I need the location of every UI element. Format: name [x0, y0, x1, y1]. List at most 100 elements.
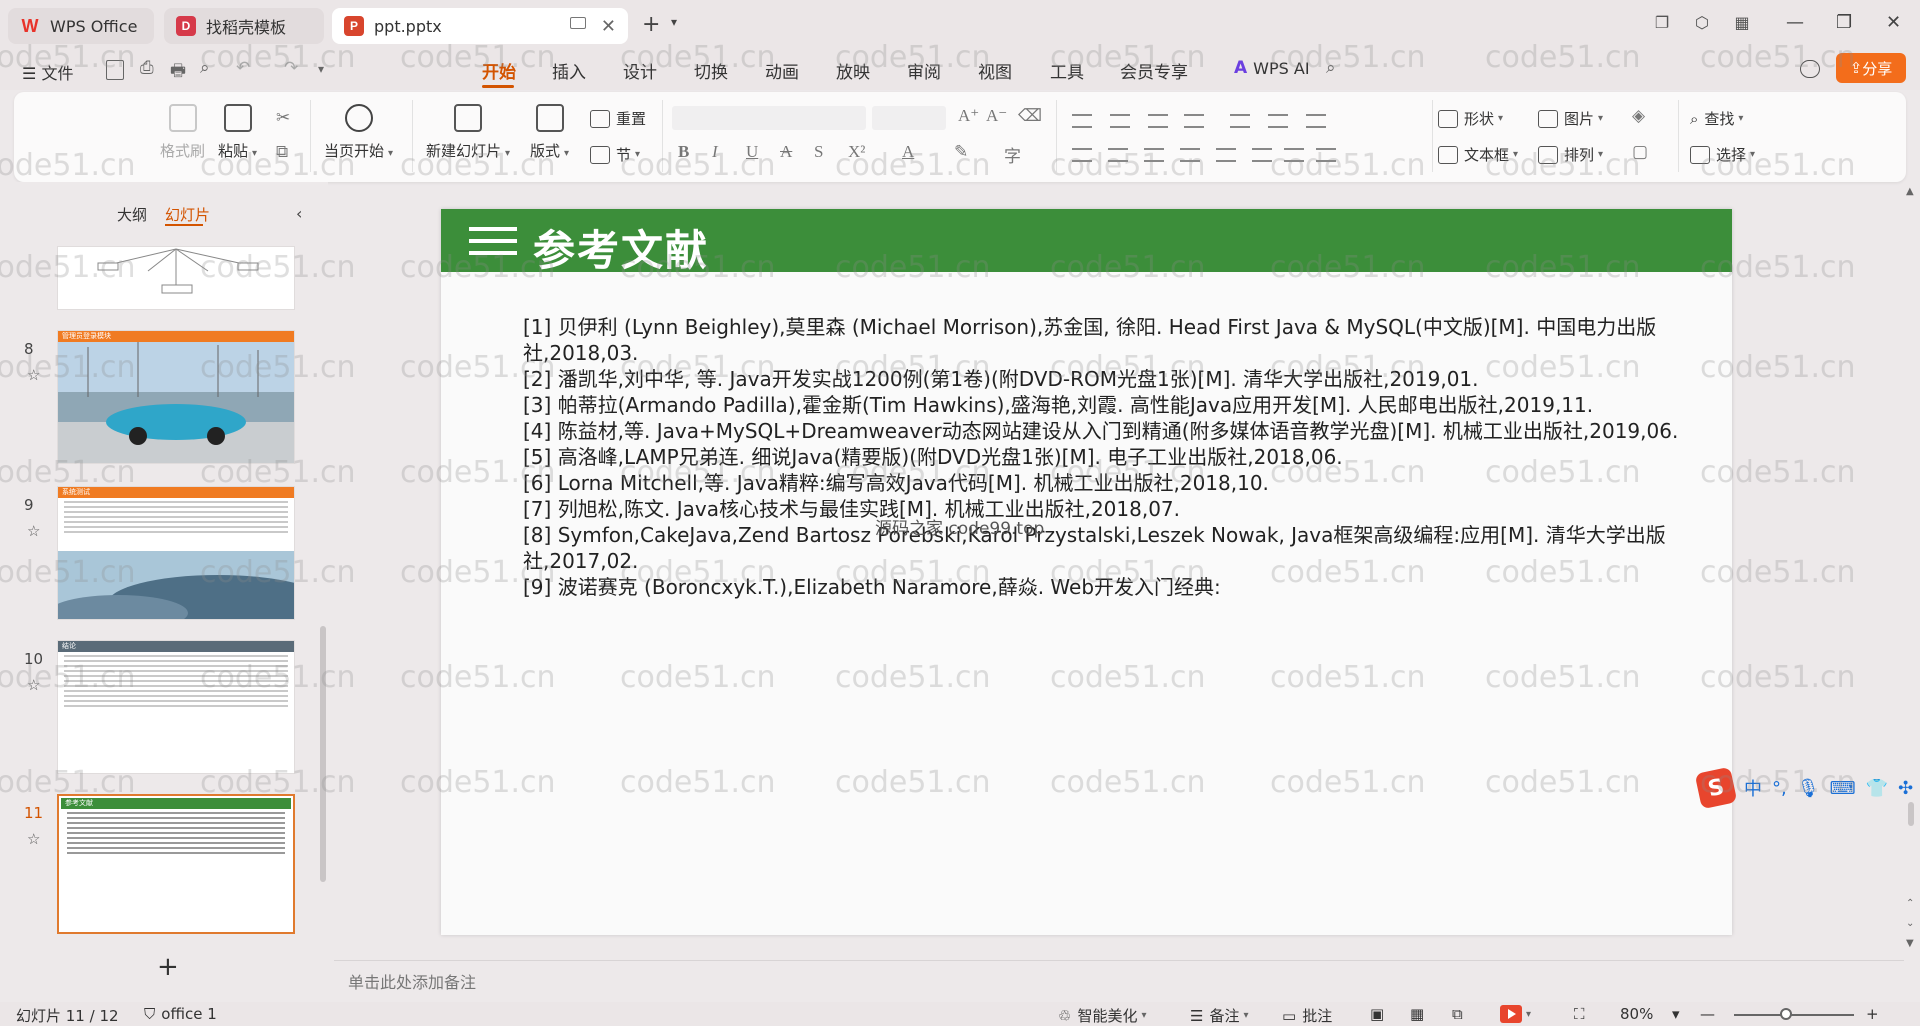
tab-tools[interactable]: 工具: [1050, 58, 1084, 83]
normal-view-icon[interactable]: ▣: [1370, 1005, 1384, 1023]
references-textbox[interactable]: [1] 贝伊利 (Lynn Beighley),莫里森 (Michael Mor…: [523, 314, 1683, 600]
tab-outline[interactable]: 大纲: [117, 204, 147, 225]
skin-icon[interactable]: 👕: [1866, 778, 1888, 799]
reading-view-icon[interactable]: ⧉: [1452, 1005, 1463, 1023]
punctuation-icon[interactable]: °,: [1772, 778, 1787, 799]
collapse-panel-icon[interactable]: ‹: [296, 204, 302, 223]
export-icon[interactable]: ⎙: [140, 58, 154, 78]
print-icon[interactable]: 🖶: [170, 58, 186, 87]
cut-icon[interactable]: ✂: [276, 108, 290, 128]
current-slide[interactable]: 参考文献 [1] 贝伊利 (Lynn Beighley),莫里森 (Michae…: [441, 209, 1732, 935]
phonetic-icon[interactable]: 字: [1004, 142, 1021, 167]
shape-button[interactable]: 形状 ▾: [1438, 108, 1503, 129]
align-right-icon[interactable]: [1144, 148, 1164, 162]
highlight-icon[interactable]: ✎: [954, 142, 968, 162]
star-icon[interactable]: ☆: [27, 676, 40, 694]
search-icon[interactable]: ⌕: [1326, 58, 1336, 78]
outline-icon[interactable]: ▢: [1632, 142, 1648, 162]
share-button[interactable]: ⇪ 分享: [1836, 53, 1906, 83]
justify-icon[interactable]: [1180, 148, 1200, 162]
slide-sorter-icon[interactable]: ▦: [1410, 1005, 1424, 1023]
distribute-icon[interactable]: [1216, 148, 1236, 162]
convert-smartart-icon[interactable]: [1306, 114, 1326, 128]
slide-thumbnail-11[interactable]: 参考文献: [57, 794, 295, 934]
add-slide-icon[interactable]: +: [157, 952, 179, 982]
tab-animations[interactable]: 动画: [765, 58, 799, 83]
tab-ppt-file[interactable]: P ppt.pptx ✕: [332, 8, 628, 44]
tab-docer-templates[interactable]: D 找稻壳模板: [164, 8, 324, 44]
redo-icon[interactable]: ↷: [284, 58, 298, 78]
section-button[interactable]: 节 ▾: [590, 144, 640, 165]
microphone-icon[interactable]: 🎙: [1797, 778, 1820, 799]
slide-thumbnail-7[interactable]: [57, 246, 295, 310]
zoom-slider-handle[interactable]: [1780, 1008, 1792, 1020]
columns-icon[interactable]: [1230, 114, 1250, 128]
layout-button[interactable]: 版式 ▾: [530, 104, 569, 161]
print-preview-icon[interactable]: ⌕: [200, 58, 210, 78]
zoom-out-icon[interactable]: —: [1700, 1005, 1715, 1023]
zoom-dropdown-icon[interactable]: ▾: [1672, 1005, 1680, 1023]
new-tab-icon[interactable]: +: [642, 12, 660, 37]
align-left-icon[interactable]: [1072, 148, 1092, 162]
save-icon[interactable]: [106, 60, 124, 80]
decrease-indent-icon[interactable]: [1148, 114, 1168, 128]
superscript-icon[interactable]: X²: [848, 142, 865, 162]
tab-membership[interactable]: 会员专享: [1120, 58, 1188, 83]
decrease-font-icon[interactable]: A⁻: [986, 106, 1007, 126]
smart-beautify-button[interactable]: ♲ 智能美化 ▾: [1058, 1005, 1147, 1026]
bullets-icon[interactable]: [1072, 114, 1092, 128]
scroll-thumb[interactable]: [1908, 802, 1914, 826]
close-window-icon[interactable]: ✕: [1886, 12, 1901, 33]
slide-thumbnail-10[interactable]: 结论: [57, 640, 295, 774]
slideshow-button[interactable]: ▾: [1500, 1005, 1531, 1023]
canvas-scrollbar[interactable]: ▲ ⌃ ⌄ ▼: [1904, 182, 1918, 962]
chat-icon[interactable]: [1800, 60, 1820, 78]
close-tab-icon[interactable]: ✕: [601, 16, 616, 37]
quick-access-dropdown-icon[interactable]: ▾: [318, 62, 324, 76]
tab-slideshow[interactable]: 放映: [836, 58, 870, 83]
scroll-up-icon[interactable]: ▲: [1906, 186, 1914, 197]
tab-slides[interactable]: 幻灯片: [165, 204, 210, 225]
shadow-icon[interactable]: S: [814, 142, 823, 162]
reset-button[interactable]: 重置: [590, 108, 646, 129]
tile-window-icon[interactable]: ❐: [1652, 13, 1672, 33]
slide-thumbnail-9[interactable]: 系统测试: [57, 486, 295, 620]
avatar[interactable]: ▦: [1732, 13, 1752, 33]
slide-title[interactable]: 参考文献: [533, 217, 709, 278]
comments-button[interactable]: ▭ 批注: [1282, 1005, 1332, 1026]
font-color-icon[interactable]: A: [902, 142, 914, 162]
italic-icon[interactable]: I: [712, 142, 718, 162]
notes-placeholder[interactable]: 单击此处添加备注: [348, 969, 476, 993]
copy-icon[interactable]: ⧉: [276, 142, 288, 162]
find-button[interactable]: ⌕ 查找 ▾: [1690, 108, 1743, 129]
panel-scrollbar[interactable]: [320, 626, 326, 882]
notes-pane[interactable]: 单击此处添加备注: [334, 960, 1904, 1002]
format-painter-button[interactable]: 格式刷: [160, 104, 205, 161]
star-icon[interactable]: ☆: [27, 522, 40, 540]
tab-review[interactable]: 审阅: [907, 58, 941, 83]
next-slide-icon[interactable]: ⌄: [1906, 918, 1914, 929]
notes-toggle-button[interactable]: ☰ 备注 ▾: [1190, 1005, 1249, 1026]
wps-ai-button[interactable]: A WPS AI: [1234, 58, 1310, 78]
tab-view[interactable]: 视图: [978, 58, 1012, 83]
play-from-current-button[interactable]: 当页开始 ▾: [324, 104, 393, 161]
tab-design[interactable]: 设计: [623, 58, 657, 83]
window-mode-icon[interactable]: [570, 17, 586, 29]
cube-icon[interactable]: ⬡: [1692, 13, 1712, 33]
scroll-down-icon[interactable]: ▼: [1906, 938, 1914, 949]
numbering-icon[interactable]: [1110, 114, 1130, 128]
clear-format-icon[interactable]: ⌫: [1018, 106, 1042, 126]
star-icon[interactable]: ☆: [27, 366, 40, 384]
chevron-down-icon[interactable]: ▾: [671, 15, 677, 29]
file-menu[interactable]: ☰ 文件: [22, 60, 73, 84]
paragraph-spacing-icon[interactable]: [1284, 148, 1304, 162]
textbox-button[interactable]: 文本框 ▾: [1438, 144, 1518, 165]
slide-thumbnail-8[interactable]: 管理员登录模块: [57, 330, 295, 464]
increase-font-icon[interactable]: A⁺: [958, 106, 979, 126]
picture-button[interactable]: 图片 ▾: [1538, 108, 1603, 129]
text-direction-icon[interactable]: [1268, 114, 1288, 128]
vertical-align-icon[interactable]: [1316, 148, 1336, 162]
arrange-button[interactable]: 排列 ▾: [1538, 144, 1603, 165]
zoom-slider[interactable]: [1734, 1014, 1854, 1016]
select-button[interactable]: 选择 ▾: [1690, 144, 1755, 165]
